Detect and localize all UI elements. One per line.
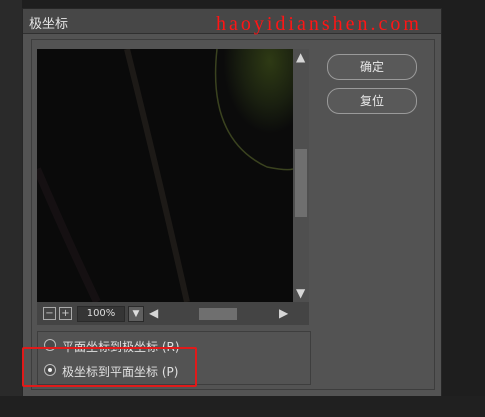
zoom-dropdown-icon[interactable]: ▼: [128, 306, 144, 322]
horizontal-scroll-thumb[interactable]: [199, 308, 237, 320]
reset-button[interactable]: 复位: [327, 88, 417, 114]
preview-image[interactable]: [37, 49, 293, 302]
vertical-scroll-thumb[interactable]: [295, 149, 307, 217]
background-panel-bottom: [0, 396, 485, 417]
scroll-left-icon[interactable]: ◀: [149, 307, 158, 319]
zoom-level-field[interactable]: 100%: [77, 306, 125, 322]
dialog-titlebar[interactable]: 极坐标 haoyidianshen.com: [23, 9, 441, 35]
background-panel: [0, 0, 22, 417]
preview-panel: ▲ ▼ − + 100% ▼ ◀ ▶: [37, 49, 309, 325]
vertical-scrollbar[interactable]: ▲ ▼: [293, 49, 309, 302]
polar-coordinates-dialog: 极坐标 haoyidianshen.com ▲ ▼ − + 100% ▼ ◀ ▶…: [22, 8, 442, 397]
zoom-in-button[interactable]: +: [59, 307, 72, 320]
scroll-down-icon[interactable]: ▼: [296, 287, 305, 299]
annotation-highlight-box: [22, 347, 197, 387]
dialog-title: 极坐标: [29, 17, 69, 32]
scroll-right-icon[interactable]: ▶: [279, 307, 288, 319]
preview-toolbar: − + 100% ▼ ◀ ▶: [37, 302, 309, 325]
scroll-up-icon[interactable]: ▲: [296, 51, 305, 63]
watermark-text: haoyidianshen.com: [216, 13, 422, 35]
ok-button[interactable]: 确定: [327, 54, 417, 80]
preview-graphic: [37, 49, 293, 302]
zoom-out-button[interactable]: −: [43, 307, 56, 320]
